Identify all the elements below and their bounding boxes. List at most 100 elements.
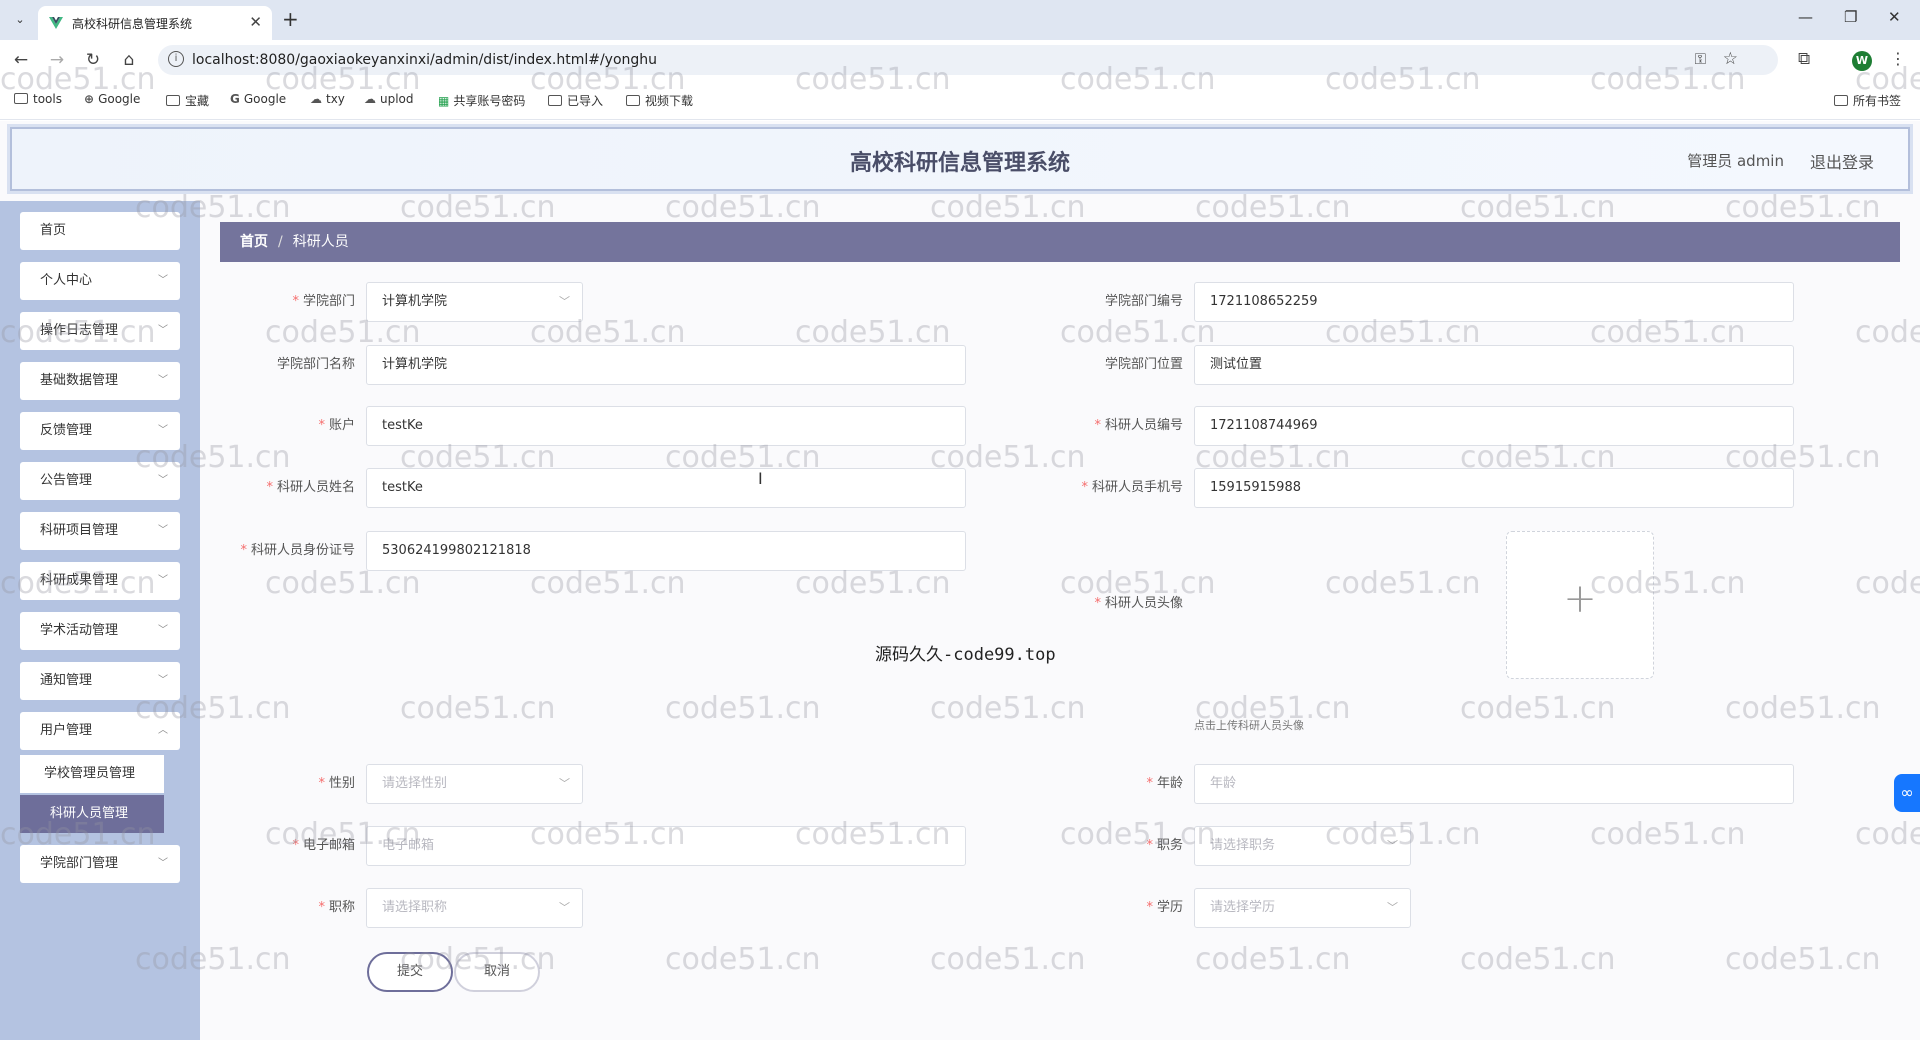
chevron-down-icon: ﹀ (559, 295, 570, 308)
phone-label: * 科研人员手机号 (1081, 480, 1183, 495)
college-loc-label: 学院部门位置 (1104, 357, 1183, 372)
phone-input[interactable]: 15915915988 (1194, 468, 1794, 508)
extensions-icon[interactable]: ⧉ (1798, 49, 1810, 69)
age-input[interactable]: 年龄 (1194, 764, 1794, 804)
browser-tab-active[interactable]: 高校科研信息管理系统 ✕ (38, 6, 272, 40)
folder-icon (14, 93, 28, 104)
email-label: * 电子邮箱 (292, 838, 355, 853)
title-label: * 职称 (318, 900, 355, 915)
college-no-input[interactable]: 1721108652259 (1194, 282, 1794, 322)
chevron-down-icon: ﹀ (158, 625, 168, 636)
bookmark-baozang[interactable]: 宝藏 (166, 92, 209, 109)
avatar-upload-tip: 点击上传科研人员头像 (1194, 719, 1304, 732)
cancel-button[interactable]: 取消 (454, 952, 540, 992)
breadcrumb-home[interactable]: 首页 (240, 234, 268, 250)
degree-select[interactable]: 请选择学历 ﹀ (1194, 888, 1411, 928)
email-input[interactable]: 电子邮箱 (366, 826, 966, 866)
plus-icon: + (1563, 576, 1597, 622)
floating-assistant-icon[interactable]: ∞ (1894, 774, 1920, 812)
degree-label: * 学历 (1146, 900, 1183, 915)
bookmark-imported[interactable]: 已导入 (548, 92, 603, 109)
sidebar-subitem-school-admins[interactable]: 学校管理员管理 (20, 755, 164, 793)
reload-icon[interactable]: ↻ (82, 50, 104, 70)
college-name-label: 学院部门名称 (276, 357, 355, 372)
folder-icon (166, 95, 180, 106)
globe-icon: ⊕ (84, 92, 95, 106)
avatar-label: * 科研人员头像 (1094, 596, 1183, 611)
address-bar[interactable]: i localhost:8080/gaoxiaokeyanxinxi/admin… (158, 45, 1778, 75)
sidebar-item-activities[interactable]: 学术活动管理 ﹀ (20, 612, 180, 650)
title-select[interactable]: 请选择职称 ﹀ (366, 888, 583, 928)
logout-button[interactable]: 退出登录 (1810, 149, 1874, 173)
google-icon: G (230, 92, 240, 106)
upload-cloud-icon: ☁ (364, 92, 376, 106)
chevron-up-icon: ︿ (158, 725, 168, 736)
url-text[interactable]: localhost:8080/gaoxiaokeyanxinxi/admin/d… (192, 52, 657, 68)
submit-button[interactable]: 提交 (367, 952, 453, 992)
post-select[interactable]: 请选择职务 ﹀ (1194, 826, 1411, 866)
text-cursor-icon: I (758, 469, 763, 488)
source-overlay-text: 源码久久-code99.top (875, 645, 1056, 665)
cloud-icon: ☁ (310, 92, 322, 106)
browser-toolbar: ← → ↻ ⌂ i localhost:8080/gaoxiaokeyanxin… (0, 40, 1920, 80)
all-bookmarks[interactable]: 所有书签 (1834, 92, 1901, 109)
college-name-input[interactable]: 计算机学院 (366, 345, 966, 385)
avatar-upload[interactable]: + (1506, 531, 1654, 679)
site-info-icon[interactable]: i (168, 51, 184, 67)
sidebar-item-users[interactable]: 用户管理 ︿ (20, 712, 180, 750)
college-select[interactable]: 计算机学院 ﹀ (366, 282, 583, 322)
home-icon[interactable]: ⌂ (118, 50, 140, 70)
bookmarks-bar: tools ⊕ Google 宝藏 G Google ☁ txy ☁ uplod ▦ 共享… (0, 80, 1920, 120)
close-window-icon[interactable]: ✕ (1888, 8, 1901, 26)
folder-icon (626, 95, 640, 106)
folder-icon (548, 95, 562, 106)
chevron-down-icon: ﹀ (1387, 839, 1398, 852)
college-label: * 学院部门 (292, 294, 355, 309)
college-loc-input[interactable]: 测试位置 (1194, 345, 1794, 385)
folder-icon (1834, 95, 1848, 106)
current-user: 管理员 admin (1687, 152, 1784, 170)
sidebar-subitem-researchers[interactable]: 科研人员管理 (20, 795, 164, 833)
breadcrumb-separator: / (278, 234, 283, 250)
breadcrumb-current: 科研人员 (292, 234, 349, 250)
gender-label: * 性别 (318, 776, 355, 791)
account-label: * 账户 (318, 418, 355, 433)
sidebar-item-home[interactable]: 首页 (20, 212, 180, 250)
browser-menu-icon[interactable]: ⋮ (1890, 49, 1906, 68)
name-label: * 科研人员姓名 (266, 480, 355, 495)
profile-avatar[interactable]: W (1852, 51, 1872, 71)
chevron-down-icon: ﹀ (559, 901, 570, 914)
restore-icon[interactable]: ❐ (1844, 8, 1857, 26)
idcard-input[interactable]: 530624199802121818 (366, 531, 966, 571)
gender-select[interactable]: 请选择性别 ﹀ (366, 764, 583, 804)
tab-close-icon[interactable]: ✕ (249, 13, 262, 31)
password-key-icon[interactable]: ⚿ (1695, 50, 1706, 68)
staff-no-label: * 科研人员编号 (1094, 418, 1183, 433)
system-title: 高校科研信息管理系统 (849, 151, 1070, 176)
app-header: 高校科研信息管理系统 管理员 admin 退出登录 (10, 127, 1910, 191)
bookmark-video-download[interactable]: 视频下载 (626, 92, 693, 109)
bookmark-tools[interactable]: tools (14, 92, 62, 106)
chevron-down-icon: ﹀ (559, 777, 570, 790)
bookmark-shared-accounts[interactable]: ▦ 共享账号密码 (438, 92, 525, 109)
tab-search-icon[interactable]: ⌄ (8, 8, 32, 32)
college-no-label: 学院部门编号 (1104, 294, 1183, 309)
app-root: 高校科研信息管理系统 管理员 admin 退出登录 首页 个人中心 ﹀ 操作日志管… (0, 121, 1920, 1040)
bookmark-google-1[interactable]: ⊕ Google (84, 92, 140, 106)
staff-no-input[interactable]: 1721108744969 (1194, 406, 1794, 446)
forward-icon[interactable]: → (46, 50, 68, 70)
bookmark-star-icon[interactable]: ☆ (1723, 49, 1738, 69)
bookmark-google-2[interactable]: G Google (230, 92, 286, 106)
breadcrumb: 首页 / 科研人员 (220, 222, 1900, 262)
account-input[interactable]: testKe (366, 406, 966, 446)
minimize-icon[interactable]: — (1798, 8, 1813, 26)
sidebar-item-notifications[interactable]: 通知管理 ﹀ (20, 662, 180, 700)
bookmark-uplod[interactable]: ☁ uplod (364, 92, 414, 106)
browser-tab-strip: ⌄ 高校科研信息管理系统 ✕ + — ❐ ✕ (0, 0, 1920, 40)
name-input[interactable]: testKe (366, 468, 966, 508)
bookmark-txy[interactable]: ☁ txy (310, 92, 345, 106)
back-icon[interactable]: ← (10, 50, 32, 70)
vue-logo-icon (49, 17, 63, 29)
new-tab-button[interactable]: + (282, 7, 299, 31)
post-label: * 职务 (1146, 838, 1183, 853)
